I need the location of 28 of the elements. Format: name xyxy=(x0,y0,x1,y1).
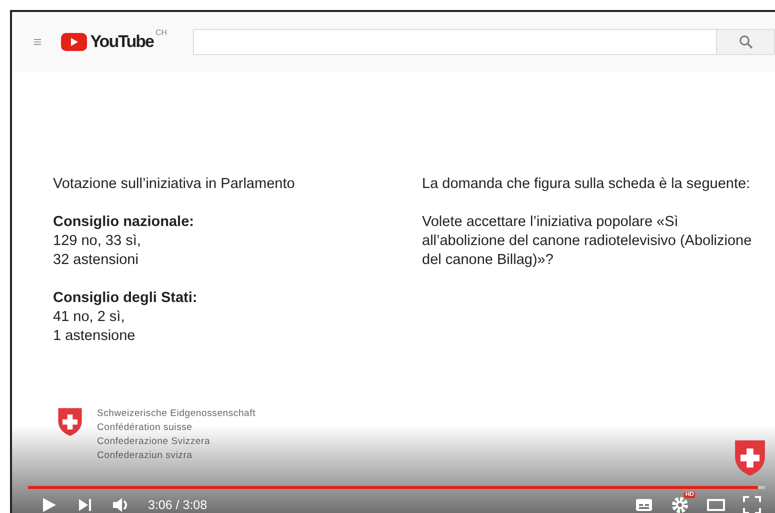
logo[interactable]: YouTube xyxy=(61,32,154,52)
volume-icon[interactable] xyxy=(112,496,130,513)
emblem-text: Confederazione Svizzera xyxy=(97,435,212,449)
play-icon[interactable] xyxy=(40,496,58,513)
subtitles-icon[interactable] xyxy=(635,496,653,513)
slide-text: 129 no, 33 sì, xyxy=(53,232,142,251)
slide-heading: Consiglio nazionale: xyxy=(53,213,195,232)
slide-text: 41 no, 2 sì, xyxy=(53,308,126,327)
next-icon[interactable] xyxy=(76,496,94,513)
emblem-text: Schweizerische Eidgenossenschaft xyxy=(97,407,256,421)
region-label: CH xyxy=(155,28,167,37)
search-field[interactable] xyxy=(193,29,717,55)
slide-text: 32 astensioni xyxy=(53,251,140,270)
slide-paragraph: Volete accettare l’iniziativa popolare «Sì all’abolizione del canone radiotelevisivo (Abolizione del canone Billag)»? xyxy=(422,213,752,270)
slide-paragraph: La domanda che figura sulla scheda è la seguente: xyxy=(422,175,752,194)
search-icon xyxy=(738,35,752,49)
slide-heading: Consiglio degli Stati: xyxy=(53,289,198,308)
swiss-shield-icon xyxy=(57,407,83,437)
slide-text: Votazione sull’iniziativa in Parlamento xyxy=(53,175,296,194)
theater-mode-icon[interactable] xyxy=(707,496,725,513)
fullscreen-icon[interactable] xyxy=(743,496,761,513)
search-button[interactable] xyxy=(717,29,775,55)
gear-icon[interactable] xyxy=(671,496,689,513)
slide-text: 1 astensione xyxy=(53,327,136,346)
swiss-shield-icon xyxy=(733,439,767,477)
time-display: 3:06 / 3:08 xyxy=(148,498,208,512)
emblem-text: Confederaziun svizra xyxy=(97,449,194,463)
emblem-text: Confédération suisse xyxy=(97,421,194,435)
